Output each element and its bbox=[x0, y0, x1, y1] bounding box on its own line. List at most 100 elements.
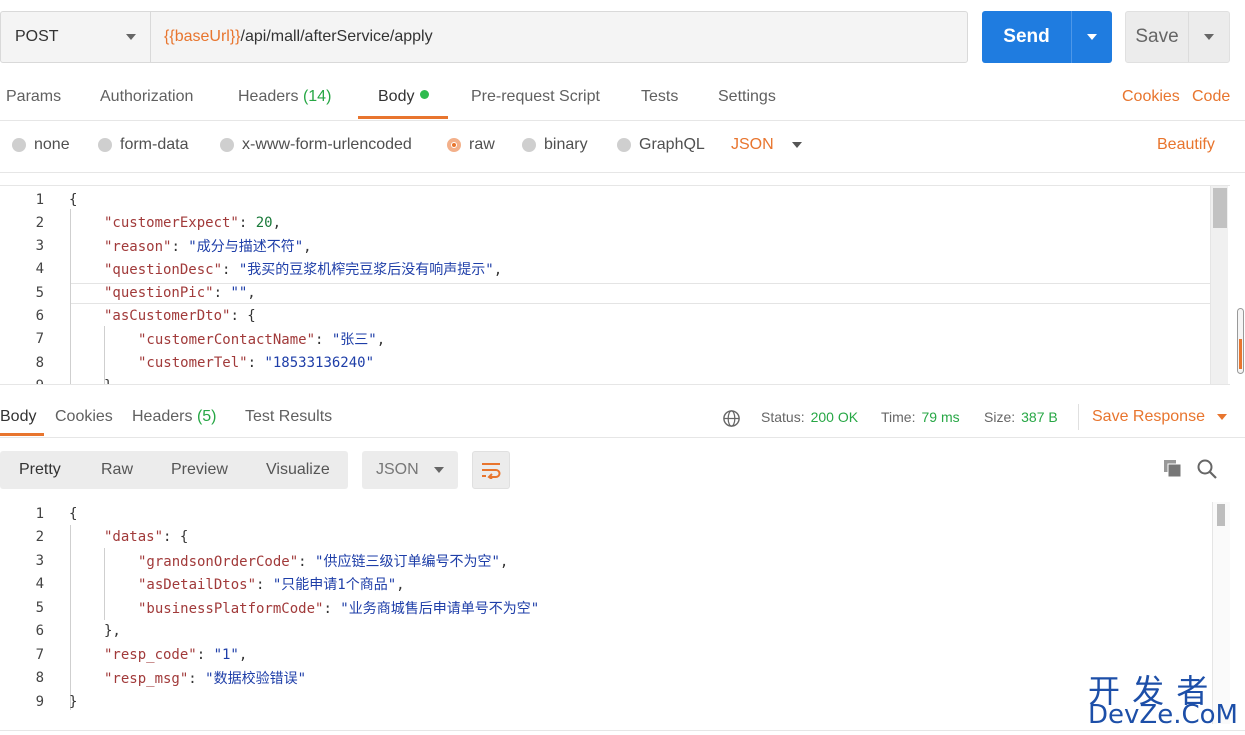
url-variable: {{baseUrl}} bbox=[164, 28, 241, 45]
panel-resize-handle[interactable] bbox=[1237, 308, 1244, 374]
tab-visualize[interactable]: Visualize bbox=[266, 461, 330, 479]
divider bbox=[0, 437, 1245, 438]
json-key: "resp_code" bbox=[104, 646, 197, 663]
response-viewer-scrollbar[interactable] bbox=[1212, 502, 1230, 724]
json-punct: , bbox=[303, 238, 312, 255]
code-text: { bbox=[69, 191, 78, 208]
tab-headers[interactable]: Headers (14) bbox=[238, 88, 331, 106]
tab-prerequest-script[interactable]: Pre-request Script bbox=[471, 88, 600, 106]
json-string: "成分与描述不符" bbox=[188, 238, 304, 255]
radio-icon bbox=[98, 138, 112, 152]
radio-binary[interactable]: binary bbox=[522, 136, 588, 154]
tab-test-results[interactable]: Test Results bbox=[245, 408, 332, 426]
json-string: "18533136240" bbox=[264, 354, 375, 371]
json-punct: , bbox=[396, 576, 405, 593]
tab-settings[interactable]: Settings bbox=[718, 88, 776, 106]
tab-response-body[interactable]: Body bbox=[0, 408, 36, 426]
tab-tests[interactable]: Tests bbox=[641, 88, 678, 106]
tab-params[interactable]: Params bbox=[6, 88, 61, 106]
tab-response-headers[interactable]: Headers (5) bbox=[132, 408, 217, 426]
code-line: 4 "questionDesc": "我买的豆浆机榨完豆浆后没有响声提示", bbox=[0, 257, 1230, 280]
radio-form-data-label: form-data bbox=[120, 136, 189, 153]
tab-raw[interactable]: Raw bbox=[101, 461, 133, 479]
tab-response-cookies[interactable]: Cookies bbox=[55, 408, 113, 426]
send-dropdown-button[interactable] bbox=[1072, 11, 1112, 63]
line-number: 7 bbox=[35, 646, 44, 663]
response-view-tabs: Pretty Raw Preview Visualize bbox=[0, 451, 348, 489]
cookies-link[interactable]: Cookies bbox=[1122, 88, 1180, 106]
line-number: 9 bbox=[0, 378, 44, 385]
resize-handle-indicator bbox=[1239, 339, 1242, 369]
copy-icon[interactable] bbox=[1162, 458, 1184, 480]
response-format-select[interactable]: JSON bbox=[362, 451, 458, 489]
search-icon[interactable] bbox=[1196, 458, 1218, 480]
scrollbar-thumb[interactable] bbox=[1217, 504, 1225, 526]
json-punct: { bbox=[247, 307, 256, 324]
json-key: "questionPic" bbox=[104, 284, 214, 301]
radio-none[interactable]: none bbox=[12, 136, 70, 154]
code-link[interactable]: Code bbox=[1192, 88, 1230, 106]
request-body-editor[interactable]: 1{ 2 "customerExpect": 20, 3 "reason": "成分… bbox=[0, 185, 1230, 385]
code-line: 3 "reason": "成分与描述不符", bbox=[0, 234, 1230, 257]
radio-form-data[interactable]: form-data bbox=[98, 136, 188, 154]
json-punct: , bbox=[493, 261, 503, 278]
radio-binary-label: binary bbox=[544, 136, 588, 153]
tab-preview[interactable]: Preview bbox=[171, 461, 228, 479]
request-editor-scrollbar[interactable] bbox=[1210, 186, 1228, 384]
chevron-down-icon bbox=[126, 34, 136, 40]
scrollbar-thumb[interactable] bbox=[1213, 188, 1227, 228]
size-label: Size: bbox=[984, 409, 1016, 425]
divider bbox=[0, 120, 1245, 121]
response-body-viewer[interactable]: 1{ 2 "datas": { 3 "grandsonOrderCode": "供应… bbox=[0, 502, 1232, 724]
size-value: 387 B bbox=[1021, 409, 1058, 425]
tab-pretty[interactable]: Pretty bbox=[19, 461, 61, 479]
status-readout: Status: 200 OK bbox=[761, 409, 858, 425]
json-key: "customerTel" bbox=[138, 354, 248, 371]
code-line: 9}, bbox=[0, 374, 1230, 385]
json-key: "reason" bbox=[104, 238, 172, 255]
line-number: 5 bbox=[35, 284, 44, 301]
radio-raw-label: raw bbox=[469, 136, 495, 153]
send-button[interactable]: Send bbox=[982, 11, 1112, 63]
url-input[interactable]: {{baseUrl}}/api/mall/afterService/apply bbox=[151, 12, 967, 62]
tab-headers-label: Headers bbox=[238, 88, 299, 105]
wrap-lines-button[interactable] bbox=[472, 451, 510, 489]
method-label: POST bbox=[15, 28, 59, 45]
radio-urlencoded[interactable]: x-www-form-urlencoded bbox=[220, 136, 412, 154]
line-number: 1 bbox=[35, 505, 44, 522]
radio-raw[interactable]: raw bbox=[447, 136, 495, 154]
body-format-select[interactable]: JSON bbox=[731, 136, 802, 154]
json-key: "businessPlatformCode" bbox=[138, 600, 324, 617]
json-punct: , bbox=[376, 331, 386, 348]
active-dot-icon bbox=[420, 90, 430, 99]
tab-authorization[interactable]: Authorization bbox=[100, 88, 193, 106]
beautify-link[interactable]: Beautify bbox=[1157, 136, 1215, 154]
save-response-button[interactable]: Save Response bbox=[1092, 408, 1227, 426]
method-select[interactable]: POST bbox=[1, 12, 151, 62]
send-label: Send bbox=[982, 11, 1072, 63]
radio-graphql[interactable]: GraphQL bbox=[617, 136, 705, 154]
globe-icon[interactable] bbox=[722, 409, 741, 428]
watermark-en: DevZe.CoM bbox=[1088, 700, 1238, 730]
status-value: 200 OK bbox=[810, 409, 859, 425]
line-number: 1 bbox=[35, 191, 44, 208]
code-line: 7 "customerContactName": "张三", bbox=[0, 327, 1230, 350]
code-line: 8 "resp_msg": "数据校验错误" bbox=[0, 666, 1232, 689]
json-key: "grandsonOrderCode" bbox=[138, 553, 299, 570]
tab-response-headers-label: Headers bbox=[132, 408, 193, 425]
radio-icon bbox=[220, 138, 234, 152]
line-number: 2 bbox=[35, 214, 44, 231]
request-tabs: Params Authorization Headers (14) Body P… bbox=[0, 80, 1245, 120]
save-dropdown-button[interactable] bbox=[1189, 12, 1229, 62]
body-type-radios: none form-data x-www-form-urlencoded raw… bbox=[0, 132, 1245, 158]
response-tabs: Body Cookies Headers (5) Test Results St… bbox=[0, 398, 1245, 438]
line-number: 3 bbox=[35, 237, 44, 254]
tab-body[interactable]: Body bbox=[378, 88, 430, 106]
radio-graphql-label: GraphQL bbox=[639, 136, 705, 153]
code-text: }, bbox=[104, 378, 121, 385]
json-punct: , bbox=[272, 214, 282, 231]
size-readout: Size: 387 B bbox=[984, 409, 1058, 425]
save-button[interactable]: Save bbox=[1125, 11, 1230, 63]
code-text: }, bbox=[104, 622, 121, 639]
save-response-label: Save Response bbox=[1092, 408, 1205, 425]
